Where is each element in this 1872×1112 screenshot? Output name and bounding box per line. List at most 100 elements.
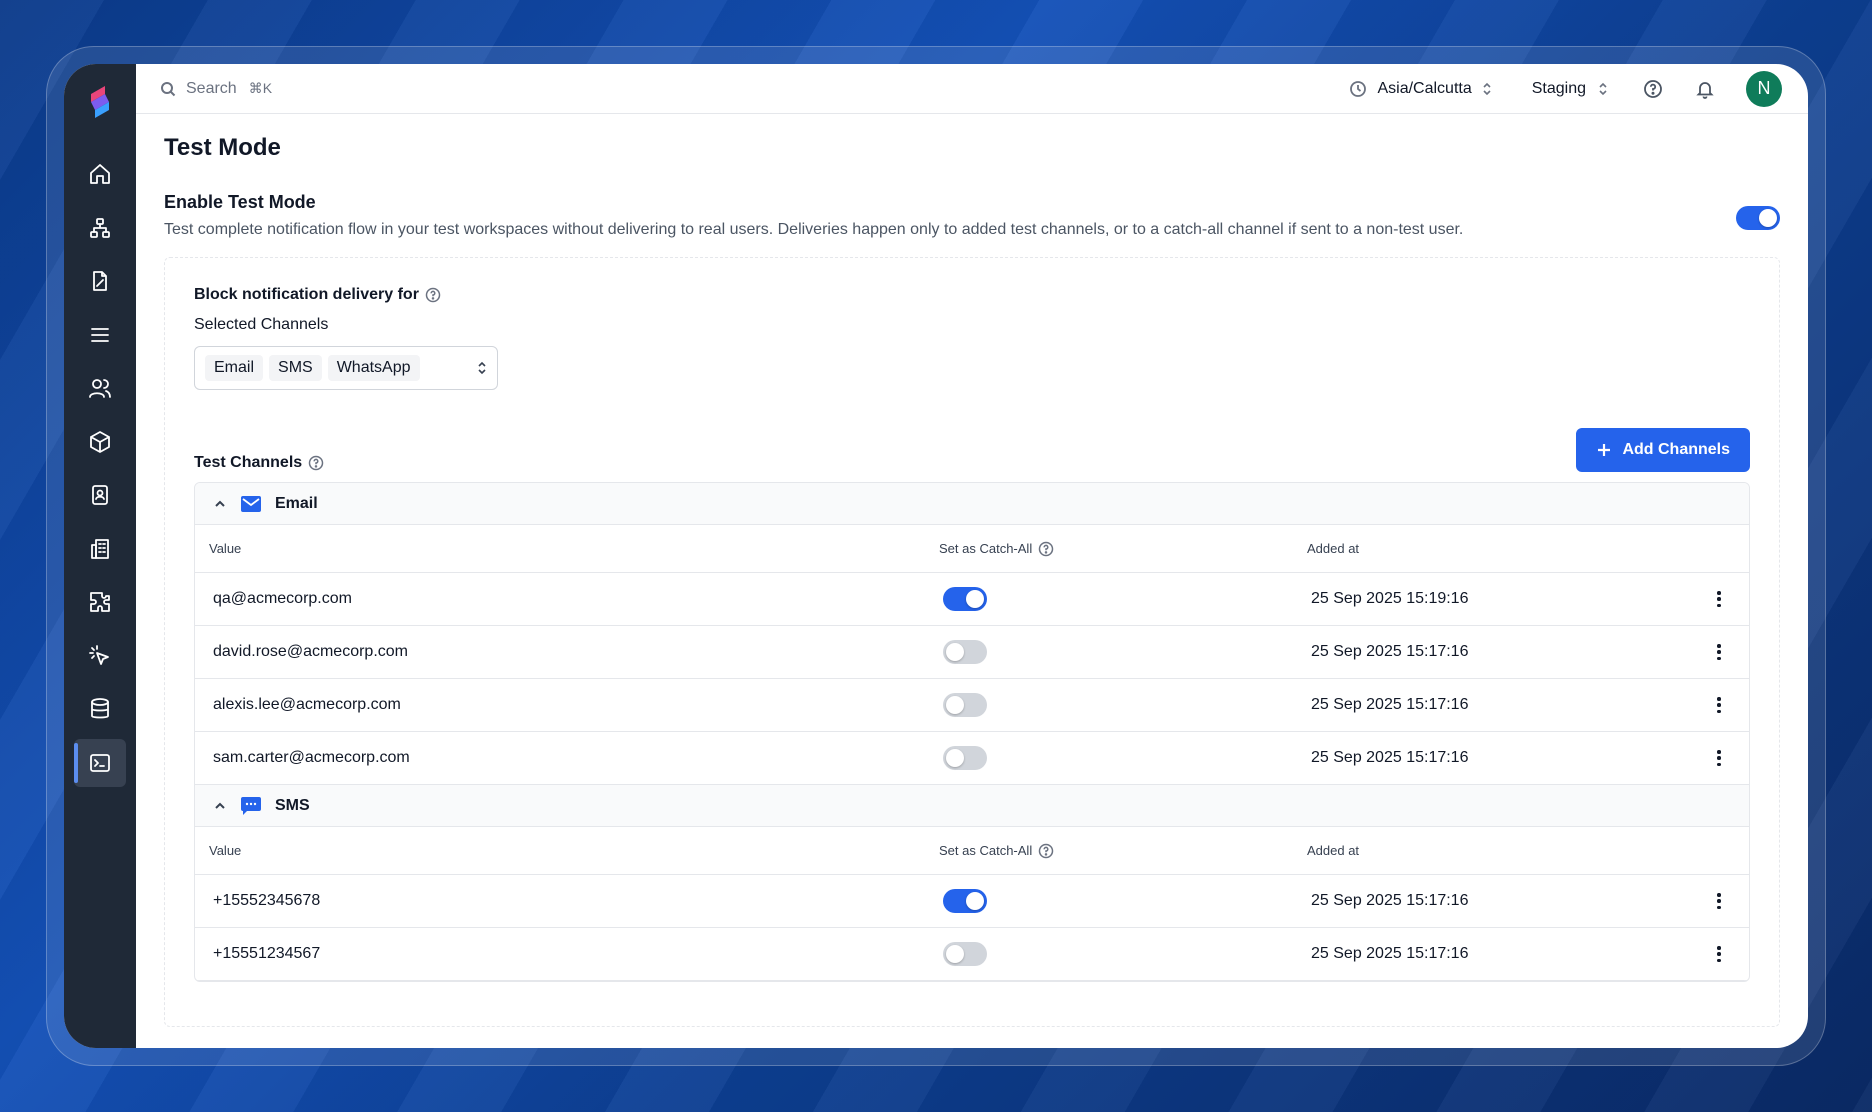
channel-chip-whatsapp[interactable]: WhatsApp [327, 355, 420, 381]
help-icon[interactable] [425, 287, 441, 303]
channel-value: +15552345678 [213, 892, 321, 909]
table-row: alexis.lee@acmecorp.com 25 Sep 2025 15:1… [195, 679, 1749, 732]
plus-icon [1598, 444, 1611, 456]
table-row: +15551234567 25 Sep 2025 15:17:16 [195, 928, 1749, 981]
help-icon[interactable] [308, 455, 324, 471]
group-name-sms: SMS [275, 796, 310, 814]
more-options-icon[interactable] [1717, 697, 1721, 713]
channel-chip-email[interactable]: Email [205, 355, 264, 381]
catch-all-toggle[interactable] [943, 640, 987, 664]
more-options-icon[interactable] [1717, 750, 1721, 766]
sidebar-item-workflows[interactable] [74, 204, 126, 252]
main-area: Search ⌘K Asia/Calcutta Staging N Test M… [136, 64, 1808, 1048]
sidebar [64, 64, 136, 1048]
column-header-value: Value [209, 541, 242, 556]
sidebar-item-home[interactable] [74, 150, 126, 198]
environment-value: Staging [1531, 79, 1586, 97]
cursor-click-icon [89, 644, 109, 665]
column-headers-sms: Value Set as Catch-All Added at [195, 827, 1749, 875]
table-row: david.rose@acmecorp.com 25 Sep 2025 15:1… [195, 626, 1749, 679]
selected-channels-label: Selected Channels [194, 316, 329, 333]
channel-chip-sms[interactable]: SMS [269, 355, 322, 381]
timezone-select[interactable]: Asia/Calcutta [1349, 80, 1491, 98]
channel-value: qa@acmecorp.com [213, 590, 352, 607]
sidebar-item-objects[interactable] [74, 418, 126, 466]
page-content: Test Mode Enable Test Mode Test complete… [136, 114, 1808, 1027]
added-at-value: 25 Sep 2025 15:17:16 [1311, 945, 1469, 962]
test-channels-heading: Test Channels [194, 454, 324, 472]
catch-all-toggle[interactable] [943, 889, 987, 913]
help-button[interactable] [1642, 78, 1664, 100]
app-logo[interactable] [83, 82, 117, 122]
sidebar-item-events[interactable] [74, 632, 126, 680]
topbar: Search ⌘K Asia/Calcutta Staging N [136, 64, 1808, 114]
users-icon [89, 379, 111, 398]
table-row: qa@acmecorp.com 25 Sep 2025 15:19:16 [195, 573, 1749, 626]
bell-icon [1696, 81, 1714, 99]
enable-test-mode-toggle[interactable] [1736, 206, 1780, 230]
add-channels-button[interactable]: Add Channels [1576, 428, 1750, 472]
sidebar-item-test-mode[interactable] [74, 738, 126, 787]
timezone-value: Asia/Calcutta [1377, 79, 1472, 97]
building-icon [91, 538, 109, 559]
help-icon[interactable] [1038, 541, 1054, 557]
sidebar-item-database[interactable] [74, 685, 126, 733]
group-header-email[interactable]: Email [195, 483, 1749, 525]
more-options-icon[interactable] [1717, 591, 1721, 607]
more-options-icon[interactable] [1717, 644, 1721, 660]
test-channels-table: Email Value Set as Catch-All Added at qa… [194, 482, 1750, 982]
selected-channels-select[interactable]: Email SMS WhatsApp [194, 346, 498, 390]
added-at-value: 25 Sep 2025 15:17:16 [1311, 696, 1469, 713]
notifications-button[interactable] [1694, 78, 1716, 100]
sidebar-item-users[interactable] [74, 364, 126, 412]
catch-all-toggle[interactable] [943, 746, 987, 770]
enable-test-mode-description: Test complete notification flow in your … [164, 221, 1464, 238]
catch-all-toggle[interactable] [943, 587, 987, 611]
column-header-added-at: Added at [1307, 843, 1360, 858]
page-title: Test Mode [164, 134, 281, 161]
terminal-icon [90, 753, 110, 772]
chevron-updown-icon [1483, 82, 1491, 95]
enable-test-mode-section: Enable Test Mode Test complete notificat… [164, 192, 1780, 239]
puzzle-icon [90, 592, 110, 612]
group-header-sms[interactable]: SMS [195, 785, 1749, 827]
column-header-catch-all-label: Set as Catch-All [939, 541, 1033, 556]
more-options-icon[interactable] [1717, 893, 1721, 909]
table-row: sam.carter@acmecorp.com 25 Sep 2025 15:1… [195, 732, 1749, 785]
catch-all-toggle[interactable] [943, 942, 987, 966]
sidebar-item-integrations[interactable] [74, 578, 126, 626]
help-icon [1644, 79, 1662, 98]
sidebar-item-logs[interactable] [74, 311, 126, 359]
group-name-email: Email [275, 494, 318, 512]
channel-value: +15551234567 [213, 945, 321, 962]
table-row: +15552345678 25 Sep 2025 15:17:16 [195, 875, 1749, 928]
sidebar-item-contacts[interactable] [74, 471, 126, 519]
block-delivery-title: Block notification delivery for [194, 286, 419, 303]
sidebar-item-tenants[interactable] [74, 525, 126, 573]
chevron-updown-icon [478, 361, 486, 375]
column-header-added-at: Added at [1307, 541, 1360, 556]
catch-all-toggle[interactable] [943, 693, 987, 717]
chevron-up-icon[interactable] [213, 799, 227, 813]
enable-test-mode-title: Enable Test Mode [164, 192, 316, 212]
more-options-icon[interactable] [1717, 946, 1721, 962]
column-header-catch-all-label: Set as Catch-All [939, 843, 1033, 858]
home-icon [90, 164, 110, 184]
environment-select[interactable]: Staging [1532, 80, 1608, 98]
clock-icon [1350, 80, 1367, 97]
channel-value: sam.carter@acmecorp.com [213, 749, 410, 766]
column-header-value: Value [209, 843, 242, 858]
cube-icon [90, 430, 110, 453]
search-bar[interactable]: Search ⌘K [160, 80, 272, 98]
search-icon [161, 81, 176, 96]
app-window: Search ⌘K Asia/Calcutta Staging N Test M… [64, 64, 1808, 1048]
sms-icon [241, 796, 261, 815]
avatar[interactable]: N [1746, 70, 1782, 107]
sidebar-item-templates[interactable] [74, 257, 126, 305]
mail-icon [241, 495, 261, 512]
chevron-up-icon[interactable] [213, 497, 227, 511]
added-at-value: 25 Sep 2025 15:17:16 [1311, 892, 1469, 909]
help-icon[interactable] [1038, 843, 1054, 859]
chevron-updown-icon [1599, 82, 1607, 95]
database-icon [91, 698, 109, 719]
